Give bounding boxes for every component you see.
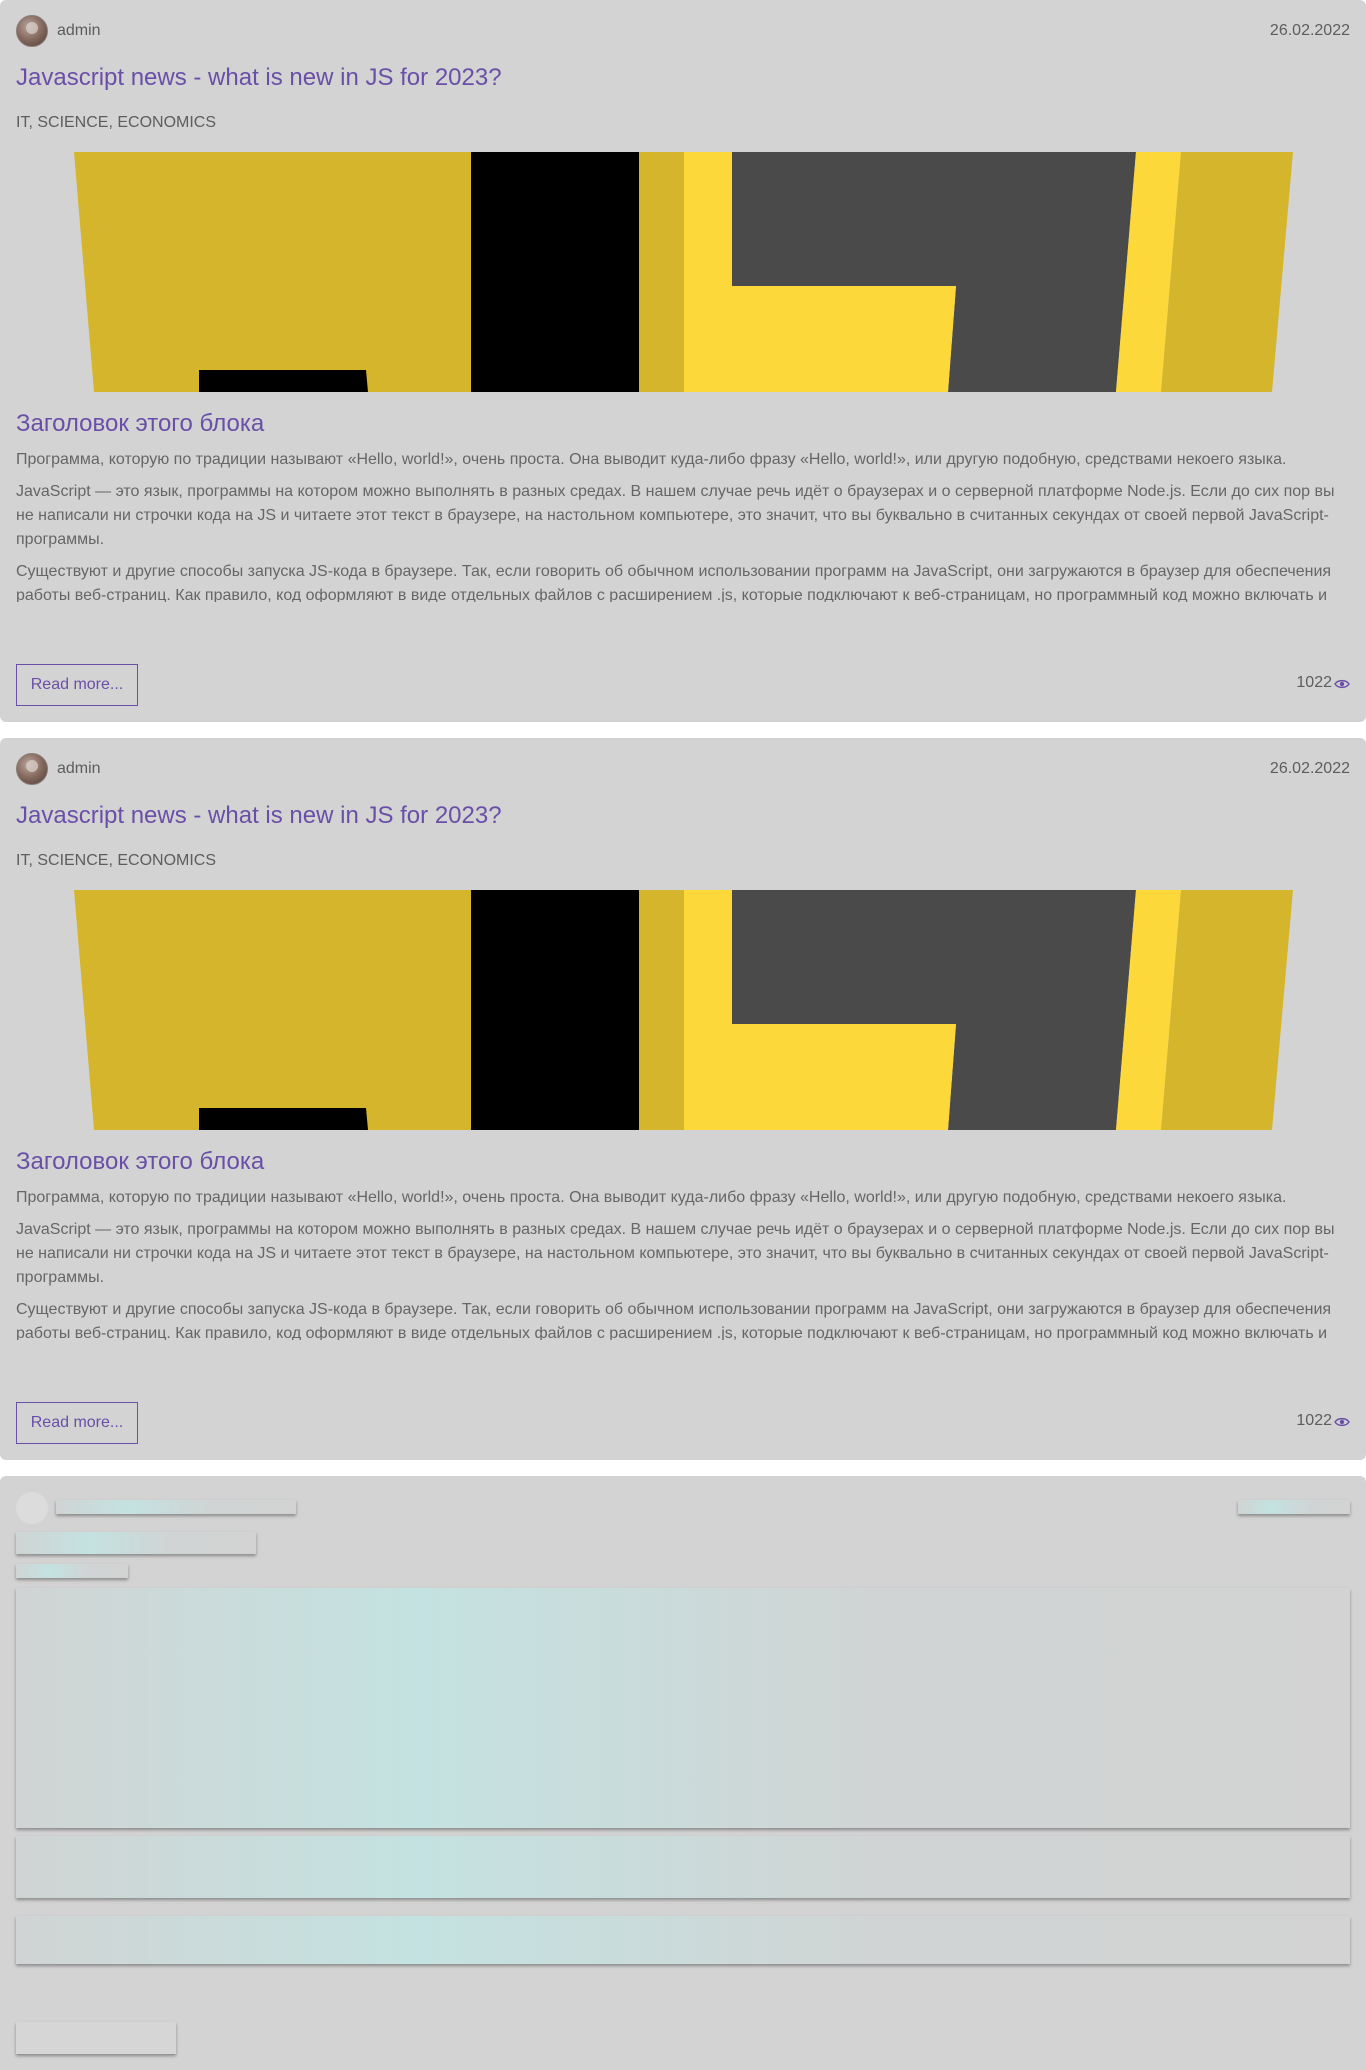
skeleton-text-block bbox=[16, 1836, 1350, 1898]
skeleton-title bbox=[16, 1532, 256, 1554]
section-title: Заголовок этого блока bbox=[16, 1148, 265, 1175]
post-image bbox=[74, 890, 1293, 1130]
author[interactable]: admin bbox=[16, 15, 101, 47]
skeleton-avatar bbox=[16, 1492, 48, 1524]
post-excerpt: Программа, которую по традиции называют … bbox=[16, 1186, 1350, 1340]
post-excerpt: Программа, которую по традиции называют … bbox=[16, 448, 1350, 602]
eye-icon bbox=[1334, 677, 1350, 689]
skeleton-author bbox=[56, 1500, 296, 1514]
skeleton-image bbox=[16, 1588, 1350, 1828]
post-card: admin 26.02.2022 Javascript news - what … bbox=[0, 0, 1366, 722]
skeleton-date bbox=[1238, 1500, 1350, 1514]
post-card-skeleton bbox=[0, 1476, 1366, 2070]
excerpt-paragraph: Программа, которую по традиции называют … bbox=[16, 1189, 1287, 1206]
excerpt-paragraph: Существуют и другие способы запуска JS-к… bbox=[16, 1301, 1332, 1340]
view-count: 1022 bbox=[1296, 1412, 1350, 1430]
post-date: 26.02.2022 bbox=[1269, 760, 1350, 777]
skeleton-button bbox=[16, 2022, 176, 2054]
author-name[interactable]: admin bbox=[57, 22, 101, 40]
read-more-button[interactable]: Read more... bbox=[16, 664, 138, 706]
section-title: Заголовок этого блока bbox=[16, 410, 265, 437]
post-card: admin 26.02.2022 Javascript news - what … bbox=[0, 738, 1366, 1460]
view-count-value: 1022 bbox=[1296, 1412, 1332, 1429]
post-tags: IT, SCIENCE, ECONOMICS bbox=[16, 114, 217, 131]
read-more-button[interactable]: Read more... bbox=[16, 1402, 138, 1444]
avatar[interactable] bbox=[16, 753, 48, 785]
excerpt-paragraph: JavaScript — это язык, программы на кото… bbox=[16, 1221, 1335, 1286]
excerpt-paragraph: JavaScript — это язык, программы на кото… bbox=[16, 483, 1335, 548]
post-header: admin 26.02.2022 bbox=[16, 14, 1350, 48]
excerpt-paragraph: Существуют и другие способы запуска JS-к… bbox=[16, 563, 1332, 602]
author[interactable]: admin bbox=[16, 753, 101, 785]
skeleton-tags bbox=[16, 1564, 128, 1578]
post-image bbox=[74, 152, 1293, 392]
view-count-value: 1022 bbox=[1296, 674, 1332, 691]
post-header: admin 26.02.2022 bbox=[16, 752, 1350, 786]
excerpt-paragraph: Программа, которую по традиции называют … bbox=[16, 451, 1287, 468]
view-count: 1022 bbox=[1296, 674, 1350, 692]
author-name[interactable]: admin bbox=[57, 760, 101, 778]
post-date: 26.02.2022 bbox=[1269, 22, 1350, 39]
post-title[interactable]: Javascript news - what is new in JS for … bbox=[16, 802, 502, 830]
avatar[interactable] bbox=[16, 15, 48, 47]
post-title[interactable]: Javascript news - what is new in JS for … bbox=[16, 64, 502, 92]
post-tags: IT, SCIENCE, ECONOMICS bbox=[16, 852, 217, 869]
eye-icon bbox=[1334, 1415, 1350, 1427]
skeleton-text-block bbox=[16, 1916, 1350, 1964]
